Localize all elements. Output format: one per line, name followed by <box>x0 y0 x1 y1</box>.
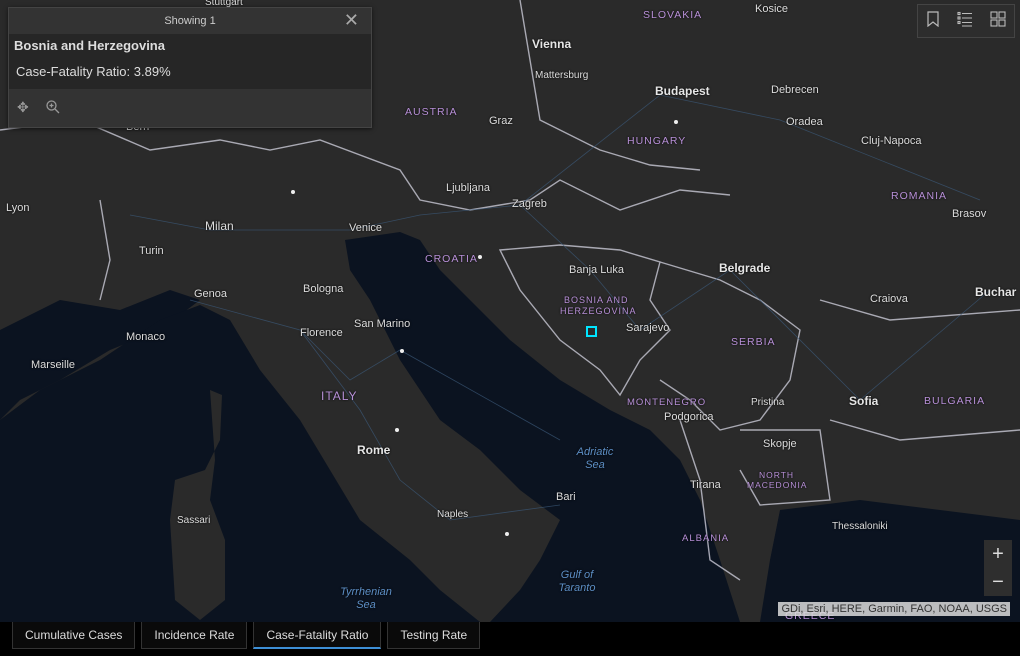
popup-actions: ✥ <box>9 89 371 128</box>
city-label: Oradea <box>786 116 823 128</box>
country-label: SLOVAKIA <box>643 9 703 21</box>
country-label: ITALY <box>321 389 358 403</box>
city-label: Skopje <box>763 438 797 450</box>
country-label: AUSTRIA <box>405 106 458 118</box>
city-dot <box>674 120 678 124</box>
city-label: Milan <box>205 219 234 233</box>
city-label: Banja Luka <box>569 264 625 276</box>
tab-case-fatality-ratio[interactable]: Case-Fatality Ratio <box>253 622 382 649</box>
sea-label: Gulf of Taranto <box>558 569 596 594</box>
city-label: Vienna <box>532 37 572 51</box>
country-label: MONTENEGRO <box>627 397 707 408</box>
city-label: Zagreb <box>512 198 547 210</box>
popup-header: Showing 1 ✕ <box>9 8 371 34</box>
popup: Showing 1 ✕ Bosnia and Herzegovina Case-… <box>8 7 372 128</box>
city-label: Buchar <box>975 285 1017 299</box>
country-label: MACEDONIA <box>747 480 808 490</box>
city-label: Lyon <box>6 202 30 214</box>
legend-list-icon[interactable] <box>957 11 973 32</box>
city-label: Belgrade <box>719 261 771 275</box>
city-label: Graz <box>489 115 513 127</box>
city-label: Budapest <box>655 84 710 98</box>
tab-testing-rate[interactable]: Testing Rate <box>387 622 481 649</box>
zoom-to-icon[interactable] <box>45 99 61 118</box>
city-label: Kosice <box>755 3 789 15</box>
city-label: Bologna <box>303 283 344 295</box>
country-label: NORTH <box>759 470 795 480</box>
popup-count: Showing 1 <box>164 15 216 27</box>
country-label: HERZEGOVINA <box>560 306 637 316</box>
city-label: Naples <box>437 509 469 520</box>
zoom-in-button[interactable]: + <box>984 540 1012 568</box>
city-label: Rome <box>357 443 391 457</box>
city-label: Mattersburg <box>535 70 589 81</box>
city-dot <box>395 428 399 432</box>
sea-label: Tyrrhenian Sea <box>340 586 392 611</box>
country-label: BOSNIA AND <box>564 295 629 305</box>
city-label: Ljubljana <box>446 182 491 194</box>
city-dot <box>291 190 295 194</box>
city-label: Florence <box>300 327 343 339</box>
city-label: Thessaloniki <box>832 521 888 532</box>
tab-cumulative-cases[interactable]: Cumulative Cases <box>12 622 136 649</box>
city-dot <box>505 532 509 536</box>
sea-label: Adriatic Sea <box>576 446 614 471</box>
city-label: Debrecen <box>771 84 819 96</box>
city-label: Genoa <box>194 288 228 300</box>
popup-title: Bosnia and Herzegovina <box>14 38 165 53</box>
city-label: Bari <box>556 491 576 503</box>
city-label: Craiova <box>870 293 908 305</box>
city-dot <box>400 349 404 353</box>
zoom-control: + − <box>984 540 1012 596</box>
map-view[interactable]: SLOVAKIA AUSTRIA HUNGARY ROMANIA CROATIA… <box>0 0 1020 622</box>
country-label: SERBIA <box>731 336 776 348</box>
selected-feature-highlight <box>586 326 597 337</box>
close-icon[interactable]: ✕ <box>344 11 359 29</box>
city-label: Cluj-Napoca <box>861 135 922 147</box>
zoom-out-button[interactable]: − <box>984 568 1012 596</box>
tab-incidence-rate[interactable]: Incidence Rate <box>141 622 248 649</box>
pan-icon[interactable]: ✥ <box>17 99 29 118</box>
city-label: Sofia <box>849 394 879 408</box>
country-label: ROMANIA <box>891 190 948 202</box>
country-label: ALBANIA <box>682 533 730 544</box>
city-label: Sarajevo <box>626 322 670 334</box>
popup-field: Case-Fatality Ratio: 3.89% <box>16 64 171 79</box>
city-label: Venice <box>349 222 383 234</box>
tab-bar: Cumulative Cases Incidence Rate Case-Fat… <box>0 622 1020 656</box>
basemap-gallery-icon[interactable] <box>990 10 1006 32</box>
country-label: CROATIA <box>425 253 478 265</box>
country-label: BULGARIA <box>924 395 986 407</box>
city-label: Podgorica <box>664 411 714 423</box>
country-label: HUNGARY <box>627 135 687 147</box>
city-label: Sassari <box>177 515 211 526</box>
city-label: Monaco <box>126 331 166 343</box>
city-label: Turin <box>139 245 164 257</box>
popup-body: Bosnia and Herzegovina Case-Fatality Rat… <box>9 34 371 89</box>
city-dot <box>478 255 482 259</box>
city-label: Pristina <box>751 397 785 408</box>
city-label: Brasov <box>952 208 987 220</box>
attribution: GDi, Esri, HERE, Garmin, FAO, NOAA, USGS <box>778 602 1010 616</box>
city-label: Tirana <box>690 479 721 491</box>
city-label: Marseille <box>31 359 76 371</box>
bookmark-icon[interactable] <box>926 10 940 32</box>
map-toolbar <box>917 4 1015 38</box>
city-label: San Marino <box>354 318 411 330</box>
